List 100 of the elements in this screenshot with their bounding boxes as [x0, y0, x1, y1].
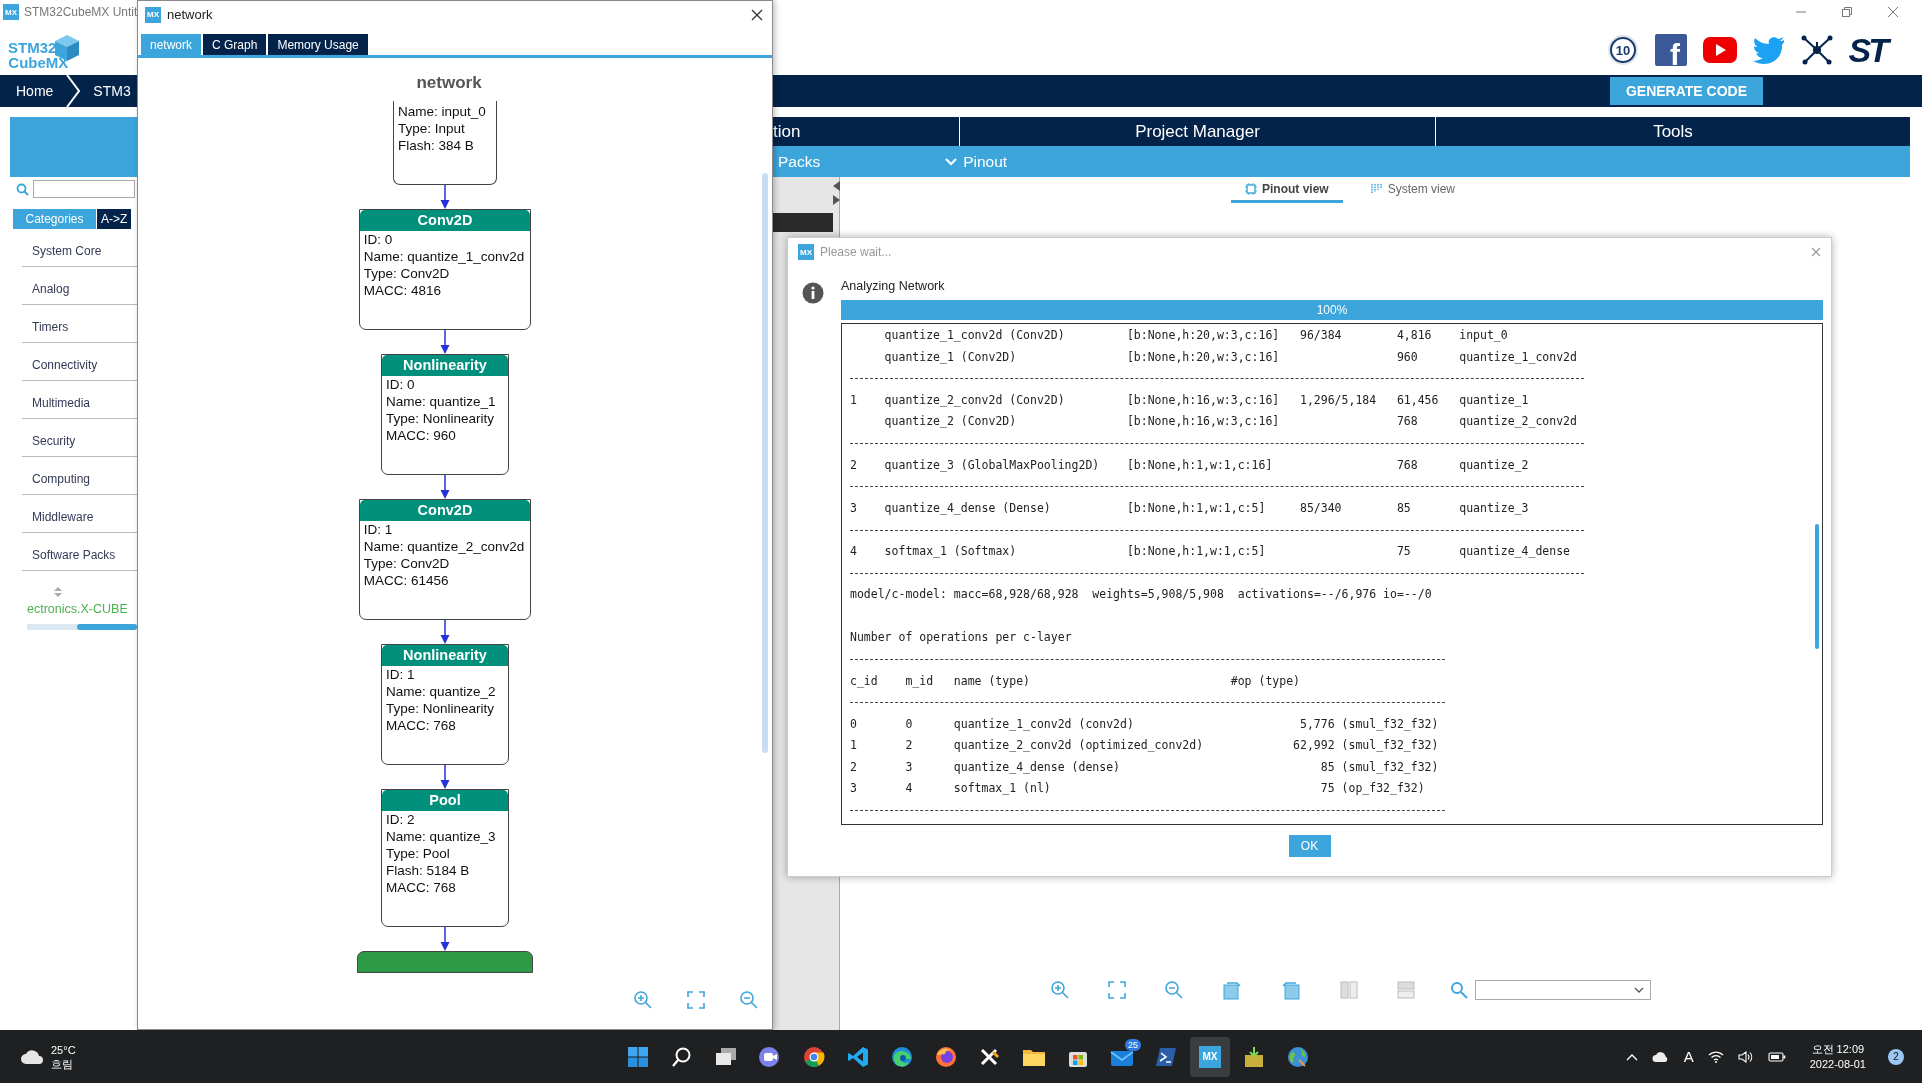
- product-logo-text: STM32: [8, 39, 57, 55]
- tab[interactable]: C Graph: [203, 34, 267, 55]
- layer-name: quantize_2_conv2d (Conv2D): [884, 391, 1066, 409]
- chevron-separator-icon: [65, 75, 82, 107]
- anniversary-badge-icon[interactable]: 10: [1606, 33, 1639, 66]
- layer-connection: quantize_3: [1459, 499, 1530, 517]
- view-tab[interactable]: Pinout view: [1230, 180, 1343, 203]
- input-method-indicator[interactable]: A: [1683, 1048, 1694, 1065]
- tab[interactable]: Memory Usage: [268, 34, 368, 55]
- graph-node[interactable]: Conv2D ID: 0 Name: quantize_1_conv2d Type: Conv2D MACC: 4816: [358, 209, 532, 330]
- terminal-icon: [1155, 1045, 1177, 1068]
- progress-reading: 100%: [1316, 303, 1348, 317]
- cloud-icon[interactable]: [1651, 1050, 1670, 1063]
- video-play-icon[interactable]: [1702, 36, 1737, 63]
- node-header: Nonlinearity: [382, 645, 508, 666]
- clock-time[interactable]: 오전 12:09: [1811, 1041, 1865, 1057]
- network-icon[interactable]: [1800, 33, 1833, 66]
- op-cell-text: 0: [850, 715, 858, 733]
- layer-macc: 768: [1396, 413, 1419, 431]
- op-cell-text: 4: [905, 780, 914, 798]
- graph-node[interactable]: Name: input_0 Type: Input Flash: 384 B: [393, 101, 497, 185]
- layer-dimensions: [b:None,h:20,w:3,c:16]: [1126, 327, 1281, 344]
- horizontal-scrollbar[interactable]: [27, 624, 137, 630]
- taskbar-button[interactable]: 25: [1102, 1036, 1142, 1077]
- breadcrumb-link[interactable]: STM3: [93, 83, 131, 99]
- close-icon[interactable]: [751, 8, 763, 21]
- node-property: MACC: 768: [386, 717, 457, 734]
- graph-title: network: [415, 72, 483, 94]
- graph-node[interactable]: [357, 951, 533, 973]
- op-cell-text: 2: [905, 737, 914, 755]
- layer-macc: 768: [1396, 456, 1419, 474]
- search-icon[interactable]: [1450, 981, 1468, 999]
- window-title: network: [167, 7, 213, 22]
- video-chat-icon: [758, 1045, 782, 1068]
- node-property: Type: Conv2D: [363, 265, 451, 282]
- chevron-down-icon[interactable]: [945, 157, 958, 166]
- facebook-icon[interactable]: f: [1654, 33, 1687, 66]
- browser-icon: [803, 1045, 825, 1068]
- arrow: [440, 927, 450, 951]
- layer-connection: quantize_1: [1459, 391, 1530, 409]
- speaker-icon[interactable]: [1737, 1050, 1754, 1063]
- layer-id: 2: [850, 456, 858, 474]
- node-property: Type: Nonlinearity: [386, 410, 496, 427]
- notification-badge[interactable]: 2: [1888, 1048, 1904, 1065]
- node-property: Name: quantize_2_conv2d: [363, 538, 525, 555]
- layer-param: 85/340: [1300, 499, 1343, 517]
- product-logo-text: CubeMX: [8, 54, 69, 70]
- graph-node[interactable]: Conv2D ID: 1 Name: quantize_2_conv2d Type: Conv2D MACC: 61456: [358, 499, 532, 620]
- chevron-up-icon[interactable]: [1625, 1052, 1638, 1061]
- node-property: MACC: 4816: [363, 282, 442, 299]
- layer-name: quantize_4_dense (Dense): [884, 499, 1052, 517]
- clock-date[interactable]: 2022-08-01: [1809, 1056, 1866, 1072]
- node-property: ID: 0: [363, 231, 394, 248]
- arrow: [440, 620, 450, 644]
- category-tab[interactable]: A->Z: [97, 209, 132, 229]
- layer-connection: quantize_1_conv2d: [1459, 348, 1578, 366]
- view-tab[interactable]: System view: [1356, 180, 1469, 203]
- box-icon: [1243, 1045, 1265, 1068]
- arrow: [440, 475, 450, 499]
- cloud-icon: [20, 1048, 44, 1065]
- search-field[interactable]: [33, 180, 135, 198]
- graph-node[interactable]: Nonlinearity ID: 1 Name: quantize_2 Type: Nonlinearity MACC: 768: [381, 644, 509, 765]
- chip-icon: [1244, 183, 1257, 195]
- app-logo: MX: [3, 4, 19, 20]
- wifi-icon[interactable]: [1707, 1050, 1724, 1063]
- layer-macc: 85: [1396, 499, 1412, 517]
- op-cell-text: (op_f32_f32): [1341, 780, 1426, 798]
- layer-connection: input_0: [1459, 327, 1509, 344]
- collapse-arrow-icon[interactable]: [832, 180, 840, 206]
- code-editor-icon: [847, 1045, 869, 1068]
- zoom-in-icon[interactable]: [633, 990, 653, 1010]
- layer-id: 4: [850, 542, 858, 560]
- layer-name: quantize_1_conv2d (Conv2D): [884, 327, 1066, 344]
- layer-name: quantize_1 (Conv2D): [884, 348, 1018, 366]
- main-tab[interactable]: tion: [773, 117, 959, 146]
- bars-icon: [1370, 183, 1383, 195]
- node-property: Type: Nonlinearity: [386, 700, 496, 717]
- zoom-out-icon[interactable]: [739, 990, 759, 1010]
- layer-macc: 61,456: [1396, 391, 1440, 409]
- layer-connection: quantize_2: [1459, 456, 1530, 474]
- layer-dimensions: [b:None,h:20,w:3,c:16]: [1126, 348, 1281, 366]
- restore-icon[interactable]: [1841, 6, 1853, 18]
- bird-icon[interactable]: [1752, 35, 1785, 64]
- zoom-in-icon[interactable]: [1050, 980, 1070, 1000]
- battery-icon[interactable]: [1767, 1050, 1786, 1063]
- graph-node[interactable]: Nonlinearity ID: 0 Name: quantize_1 Type: Nonlinearity MACC: 960: [381, 354, 509, 475]
- breadcrumb-link[interactable]: Home: [0, 83, 66, 99]
- node-header: Conv2D: [359, 500, 531, 521]
- layer-name: quantize_3 (GlobalMaxPooling2D): [884, 456, 1101, 474]
- search-icon: [671, 1045, 693, 1068]
- node-property: ID: 2: [386, 811, 416, 828]
- zoom-out-icon[interactable]: [1164, 980, 1184, 1000]
- layer-macc: 75: [1396, 542, 1412, 560]
- search-combobox[interactable]: [1475, 980, 1651, 1000]
- sort-icon[interactable]: [54, 587, 62, 597]
- op-cell-text: (smul_f32_f32): [1341, 715, 1440, 733]
- op-cell-text: 3: [905, 758, 914, 776]
- op-cell-text: 3: [850, 780, 858, 798]
- graph-node[interactable]: Pool ID: 2 Name: quantize_3 Type: Pool Flash: 5184 B MACC: 768: [381, 789, 509, 927]
- count-badge: 25: [1125, 1038, 1141, 1051]
